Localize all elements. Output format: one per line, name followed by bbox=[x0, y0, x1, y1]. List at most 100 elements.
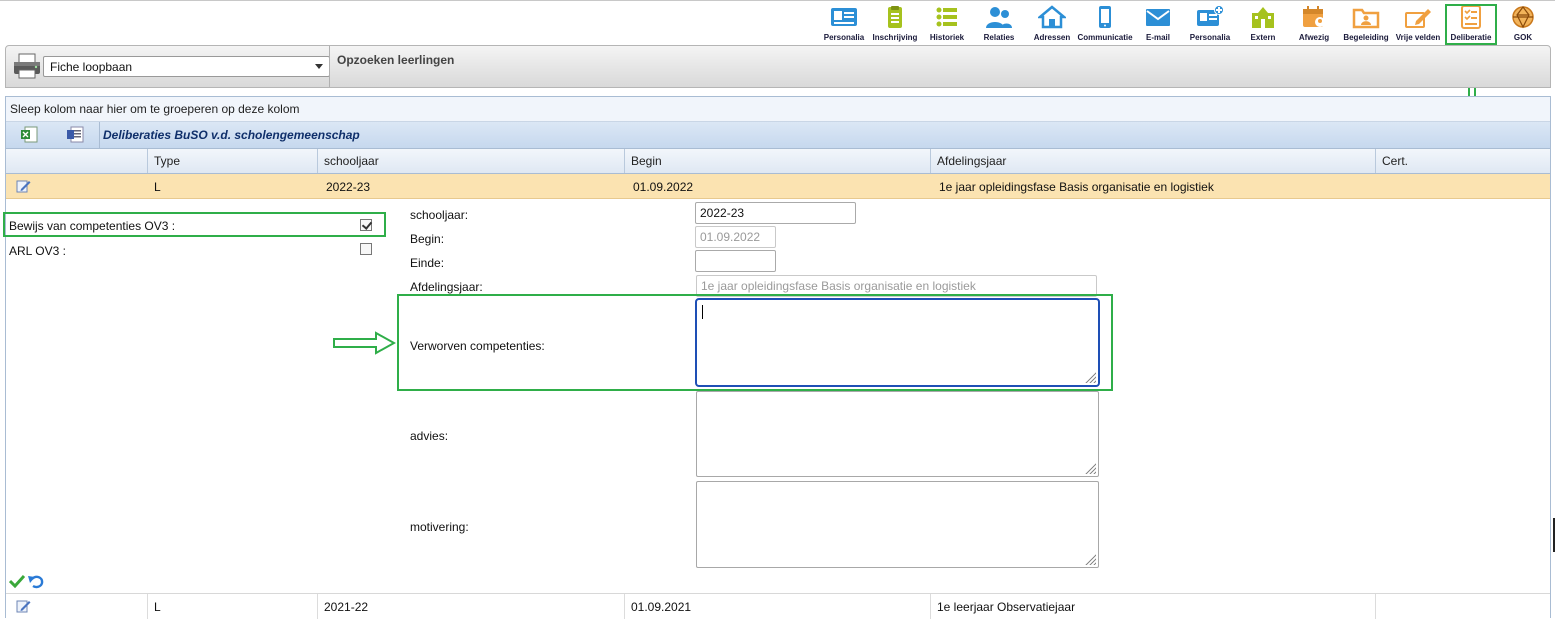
edit-row-icon[interactable] bbox=[16, 179, 31, 193]
toolbar-inschrijving[interactable]: Inschrijving bbox=[871, 5, 919, 43]
cell-schooljaar: 2021-22 bbox=[317, 594, 374, 619]
toolbar-afwezig[interactable]: Afwezig bbox=[1294, 5, 1334, 43]
fiche-dropdown-value: Fiche loopbaan bbox=[50, 60, 133, 74]
resize-grip-icon[interactable] bbox=[1084, 553, 1096, 565]
checkbox-arl-ov3[interactable] bbox=[360, 243, 372, 255]
cell-afdelingsjaar: 1e jaar opleidingsfase Basis organisatie… bbox=[939, 180, 1214, 194]
cell-cert bbox=[1375, 594, 1550, 619]
verworven-competenties-label: Verworven competenties: bbox=[410, 339, 545, 353]
house-icon bbox=[1038, 5, 1066, 29]
afdelingsjaar-label: Afdelingsjaar: bbox=[410, 280, 483, 294]
column-header-afdelingsjaar[interactable]: Afdelingsjaar bbox=[930, 149, 1375, 173]
toolbar-begeleiding[interactable]: Begeleiding bbox=[1343, 5, 1389, 43]
undo-cancel-icon[interactable] bbox=[27, 573, 44, 589]
deliberatie-highlight-box bbox=[1445, 4, 1497, 45]
toolbar-label: Personalia bbox=[823, 33, 865, 42]
grid-title: Deliberaties BuSO v.d. scholengemeenscha… bbox=[103, 128, 360, 142]
search-students-title: Opzoeken leerlingen bbox=[337, 53, 455, 67]
top-toolbar: Personalia Inschrijving Historiek Relati… bbox=[0, 0, 1555, 45]
toolbar-label: GOK bbox=[1513, 33, 1533, 42]
id-card-plus-icon bbox=[1197, 5, 1224, 26]
calendar-user-icon bbox=[1303, 6, 1325, 27]
toolbar-label: Historiek bbox=[929, 33, 965, 42]
einde-input[interactable] bbox=[695, 250, 776, 272]
word-export-icon[interactable] bbox=[66, 126, 84, 143]
toolbar-label: Adressen bbox=[1033, 33, 1071, 42]
toolbar-adressen[interactable]: Adressen bbox=[1032, 5, 1072, 43]
motivering-textarea[interactable] bbox=[696, 481, 1099, 568]
toolbar-personalia-plus[interactable]: Personalia bbox=[1184, 5, 1236, 43]
cell-type: L bbox=[154, 180, 161, 194]
cell-begin: 01.09.2022 bbox=[633, 180, 694, 194]
people-icon bbox=[986, 7, 1012, 28]
deliberation-grid: Sleep kolom naar hier om te groeperen op… bbox=[3, 96, 1551, 619]
toolbar-personalia[interactable]: Personalia bbox=[822, 5, 866, 43]
divider bbox=[329, 46, 330, 87]
envelope-icon bbox=[1146, 9, 1170, 26]
toolbar-communicatie[interactable]: Communicatie bbox=[1077, 5, 1133, 43]
toolbar-label: Vrije velden bbox=[1395, 33, 1441, 42]
clipboard-icon bbox=[888, 6, 902, 28]
cell-type: L bbox=[147, 594, 167, 619]
divider bbox=[99, 122, 100, 149]
group-by-drop-zone[interactable]: Sleep kolom naar hier om te groeperen op… bbox=[6, 97, 1550, 122]
checkbox-label-bewijs: Bewijs van competenties OV3 : bbox=[9, 219, 176, 233]
school-icon bbox=[1252, 7, 1274, 28]
column-header-schooljaar[interactable]: schooljaar bbox=[317, 149, 624, 173]
edit-row-icon[interactable] bbox=[16, 599, 31, 613]
cell-afdelingsjaar: 1e leerjaar Observatiejaar bbox=[930, 594, 1081, 619]
phone-icon bbox=[1099, 6, 1111, 28]
column-headers: Type schooljaar Begin Afdelingsjaar Cert… bbox=[6, 149, 1550, 174]
column-header-cert[interactable]: Cert. bbox=[1375, 149, 1550, 173]
action-bar: Fiche loopbaan Opzoeken leerlingen bbox=[5, 45, 1551, 88]
column-header-begin[interactable]: Begin bbox=[624, 149, 930, 173]
begin-label: Begin: bbox=[410, 232, 445, 246]
table-row[interactable]: L 2022-23 01.09.2022 1e jaar opleidingsf… bbox=[6, 174, 1550, 199]
motivering-label: motivering: bbox=[410, 520, 469, 534]
excel-export-icon[interactable] bbox=[20, 126, 38, 143]
schooljaar-label: schooljaar: bbox=[410, 208, 469, 222]
toolbar-label: Afwezig bbox=[1298, 33, 1330, 42]
column-header-type[interactable]: Type bbox=[147, 149, 317, 173]
checkmark-save-icon[interactable] bbox=[9, 574, 25, 588]
toolbar-label: Begeleiding bbox=[1343, 33, 1389, 42]
afdelingsjaar-input[interactable]: 1e jaar opleidingsfase Basis organisatie… bbox=[696, 275, 1097, 297]
resize-grip-icon[interactable] bbox=[1084, 462, 1096, 474]
resize-grip-icon[interactable] bbox=[1084, 371, 1096, 383]
toolbar-label: Relaties bbox=[983, 33, 1015, 42]
toolbar-relaties[interactable]: Relaties bbox=[979, 5, 1019, 43]
grid-caption-bar: Deliberaties BuSO v.d. scholengemeenscha… bbox=[6, 122, 1550, 149]
cell-schooljaar: 2022-23 bbox=[326, 180, 371, 194]
toolbar-gok[interactable]: GOK bbox=[1505, 5, 1541, 43]
toolbar-email[interactable]: E-mail bbox=[1139, 5, 1177, 43]
table-row[interactable]: L 2021-22 01.09.2021 1e leerjaar Observa… bbox=[6, 593, 1550, 619]
checkbox-label-arl: ARL OV3 : bbox=[9, 244, 66, 258]
schooljaar-input[interactable]: 2022-23 bbox=[695, 202, 856, 224]
toolbar-extern[interactable]: Extern bbox=[1244, 5, 1282, 43]
edit-pencil-icon bbox=[1405, 9, 1431, 28]
einde-label: Einde: bbox=[410, 256, 445, 270]
printer-icon[interactable] bbox=[12, 52, 42, 80]
fiche-dropdown[interactable]: Fiche loopbaan bbox=[43, 56, 330, 77]
toolbar-label: Personalia bbox=[1189, 33, 1231, 42]
highlight-right-arrow-icon bbox=[333, 331, 396, 355]
globe-icon bbox=[1512, 6, 1534, 29]
list-icon bbox=[936, 7, 957, 27]
toolbar-label: E-mail bbox=[1145, 33, 1170, 42]
checkbox-bewijs-competenties[interactable] bbox=[360, 219, 372, 231]
text-caret bbox=[702, 305, 703, 319]
toolbar-vrije-velden[interactable]: Vrije velden bbox=[1394, 5, 1442, 43]
toolbar-label: Communicatie bbox=[1077, 33, 1133, 42]
begin-input[interactable]: 01.09.2022 bbox=[695, 226, 776, 248]
toolbar-label: Extern bbox=[1250, 33, 1276, 42]
toolbar-historiek[interactable]: Historiek bbox=[927, 5, 967, 43]
advies-label: advies: bbox=[410, 429, 449, 443]
advies-textarea[interactable] bbox=[696, 391, 1099, 477]
toolbar-label: Inschrijving bbox=[872, 33, 918, 42]
cell-begin: 01.09.2021 bbox=[624, 594, 697, 619]
folder-user-icon bbox=[1352, 8, 1380, 29]
cell-cert bbox=[1377, 174, 1390, 199]
verworven-competenties-textarea[interactable] bbox=[695, 298, 1100, 387]
chevron-down-icon bbox=[315, 64, 323, 69]
id-card-icon bbox=[831, 8, 857, 26]
